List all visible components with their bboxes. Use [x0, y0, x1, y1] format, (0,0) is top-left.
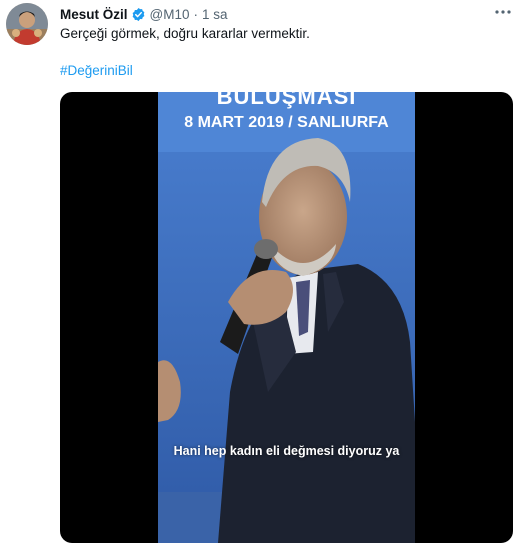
video-player[interactable]: BULUŞMASI 8 MART 2019 / SANLIURFA Hani h…: [60, 92, 513, 543]
hashtag-link[interactable]: #DeğeriniBil: [60, 63, 133, 78]
video-frame: BULUŞMASI 8 MART 2019 / SANLIURFA Hani h…: [158, 92, 415, 543]
verified-badge-icon: [132, 7, 144, 21]
separator-dot: ·: [193, 6, 198, 22]
video-event-date-location: 8 MART 2019 / SANLIURFA: [184, 114, 389, 131]
video-still-image: [158, 92, 415, 543]
video-subtitle: Hani hep kadın eli değmesi diyoruz ya: [173, 444, 400, 458]
tweet[interactable]: Mesut Özil @M10 · 1 sa Gerçeği görmek, d…: [0, 0, 520, 552]
more-options-button[interactable]: [492, 4, 514, 20]
display-name[interactable]: Mesut Özil: [60, 7, 128, 22]
more-horizontal-icon: [495, 10, 511, 14]
timestamp[interactable]: 1 sa: [202, 7, 228, 22]
avatar-image: [6, 3, 48, 45]
video-event-title: BULUŞMASI: [216, 92, 357, 109]
tweet-text: Gerçeği görmek, doğru kararlar vermektir…: [60, 26, 310, 41]
tweet-header: Mesut Özil @M10 · 1 sa: [60, 5, 508, 23]
handle[interactable]: @M10: [150, 7, 190, 22]
avatar[interactable]: [6, 3, 48, 45]
